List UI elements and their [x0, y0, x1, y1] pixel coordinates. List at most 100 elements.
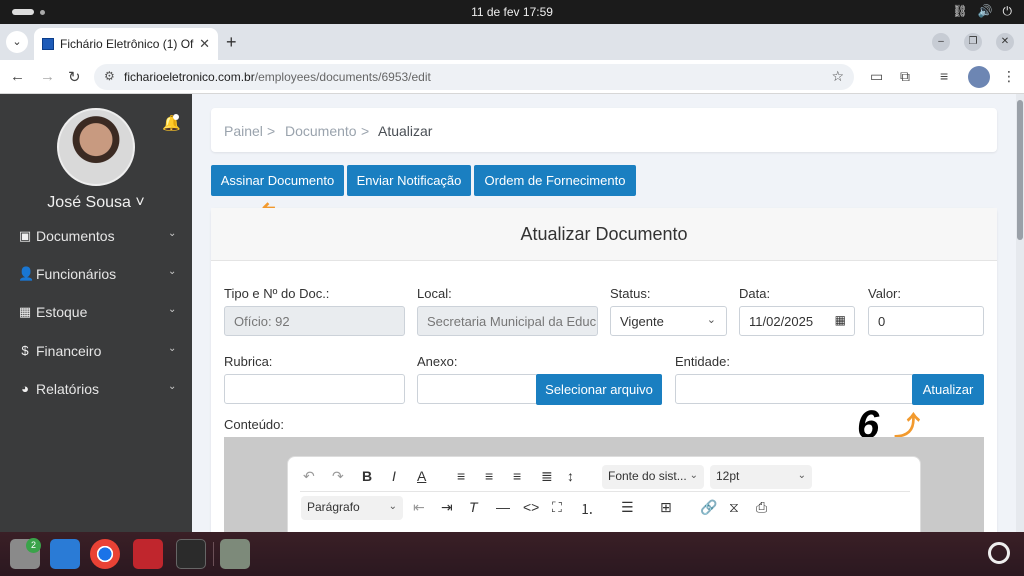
chevron-down-icon: ⌄ [706, 314, 716, 326]
new-tab-icon[interactable]: + [226, 32, 237, 53]
breadcrumb-separator: > [361, 123, 370, 139]
bookmark-star-icon[interactable]: ☆ [831, 68, 844, 85]
font-family-value: Fonte do sist... [608, 469, 687, 483]
editor-toolbar-divider [300, 491, 910, 492]
sidebar-item-relatorios[interactable]: ◕ Relatórios ⌄ [0, 374, 192, 404]
status-label: Status: [610, 286, 651, 301]
sidebar: 🔔 José Sousa ˅ ▣ Documentos ⌄ 👤 Funcioná… [0, 94, 192, 532]
status-value: Vigente [620, 314, 664, 329]
print-icon[interactable]: ⎙ [756, 499, 767, 516]
block-format-select[interactable]: Parágrafo ⌄ [301, 496, 403, 520]
avatar[interactable] [57, 108, 135, 186]
card-header: Atualizar Documento [211, 208, 997, 261]
valor-field[interactable]: 0 [868, 306, 984, 336]
profile-avatar[interactable] [968, 66, 990, 88]
cast-icon[interactable]: ▭ [870, 68, 883, 85]
horizontal-rule-icon[interactable]: — [496, 499, 510, 515]
status-select[interactable]: Vigente ⌄ [610, 306, 727, 336]
sidebar-item-funcionarios[interactable]: 👤 Funcionários ⌄ [0, 259, 192, 289]
anexo-label: Anexo: [417, 354, 458, 369]
numbered-list-icon[interactable]: ⒈ [580, 499, 594, 519]
italic-icon[interactable]: I [392, 468, 396, 484]
rubrica-field[interactable] [224, 374, 405, 404]
fullscreen-icon[interactable]: ⛶ [552, 499, 562, 516]
chevron-down-icon: ⌄ [168, 304, 177, 315]
reading-list-icon[interactable]: ≡ [940, 68, 948, 84]
chrome-app-icon[interactable] [90, 539, 120, 569]
tipo-field: Ofício: 92 [224, 306, 405, 336]
bold-icon[interactable]: B [362, 468, 372, 484]
chevron-down-icon: ⌄ [168, 343, 177, 354]
redo-icon[interactable]: ↷ [332, 468, 344, 485]
forward-icon[interactable]: → [40, 68, 55, 85]
calendar-icon[interactable]: ▦ [835, 313, 846, 327]
undo-icon[interactable]: ↶ [303, 468, 315, 485]
breadcrumb-current: Atualizar [378, 123, 433, 139]
notification-dot [173, 114, 179, 120]
code-icon[interactable]: <> [523, 499, 539, 515]
sidebar-item-label: Relatórios [36, 381, 100, 397]
back-icon[interactable]: ← [10, 68, 25, 85]
browser-tab-active[interactable]: Fichário Eletrônico (1) Of ✕ [34, 28, 218, 60]
supply-order-button[interactable]: Ordem de Fornecimento [474, 165, 636, 196]
terminal-app-icon[interactable] [176, 539, 206, 569]
font-size-value: 12pt [716, 469, 740, 483]
close-window-icon[interactable]: ✕ [996, 33, 1014, 51]
date-field[interactable]: 11/02/2025 ▦ [739, 306, 855, 336]
clear-formatting-icon[interactable]: T [469, 499, 478, 515]
document-icon: ▣ [18, 228, 32, 243]
text-color-icon[interactable]: A [417, 468, 426, 484]
chevron-down-icon: ⌄ [689, 470, 698, 481]
boxes-icon: ▦ [18, 304, 32, 319]
align-left-icon[interactable]: ≡ [457, 468, 465, 484]
browser-toolbar: ← → ↻ ⚙ ficharioeletronico.com.br/employ… [0, 60, 1024, 94]
sidebar-item-financeiro[interactable]: $ Financeiro ⌄ [0, 336, 192, 366]
align-center-icon[interactable]: ≡ [485, 468, 493, 484]
rubrica-label: Rubrica: [224, 354, 273, 369]
vscode-app-icon[interactable] [50, 539, 80, 569]
table-icon[interactable]: ⊞ [660, 499, 672, 516]
menu-kebab-icon[interactable]: ⋮ [1002, 68, 1016, 85]
align-right-icon[interactable]: ≡ [513, 468, 521, 484]
sidebar-item-estoque[interactable]: ▦ Estoque ⌄ [0, 297, 192, 327]
site-info-icon[interactable]: ⚙ [104, 69, 115, 83]
system-tray[interactable]: ⛓ 🔊 ⏻ [952, 4, 1012, 19]
chevron-down-icon: ⌄ [168, 266, 177, 277]
line-height-icon[interactable]: ↕ [567, 468, 574, 484]
send-notification-button[interactable]: Enviar Notificação [347, 165, 471, 196]
restore-icon[interactable]: ❐ [964, 33, 982, 51]
align-justify-icon[interactable]: ≣ [541, 468, 553, 485]
user-menu[interactable]: José Sousa ˅ [0, 194, 192, 212]
reload-icon[interactable]: ↻ [68, 68, 81, 86]
entidade-field[interactable] [675, 374, 914, 404]
bullet-list-icon[interactable]: ☰ [621, 499, 634, 516]
indent-icon[interactable]: ⇥ [441, 499, 453, 516]
breadcrumb-home[interactable]: Painel [224, 123, 263, 139]
extensions-icon[interactable]: ⧉ [900, 68, 910, 85]
scrollbar-thumb[interactable] [1017, 100, 1023, 240]
sidebar-item-label: Documentos [36, 228, 115, 244]
filezilla-app-icon[interactable] [133, 539, 163, 569]
select-file-button[interactable]: Selecionar arquivo [536, 374, 662, 405]
show-apps-icon[interactable] [988, 542, 1010, 564]
chevron-down-icon: ⌄ [797, 470, 806, 481]
font-size-select[interactable]: 12pt ⌄ [710, 465, 812, 489]
update-entity-button[interactable]: Atualizar [912, 374, 984, 405]
address-bar[interactable]: ⚙ ficharioeletronico.com.br/employees/do… [94, 64, 854, 90]
tab-search-button[interactable]: ⌄ [6, 31, 28, 53]
sidebar-item-documentos[interactable]: ▣ Documentos ⌄ [0, 221, 192, 251]
link-icon[interactable]: 🔗 [700, 499, 717, 516]
os-clock[interactable]: 11 de fev 17:59 [0, 5, 1024, 19]
close-tab-icon[interactable]: ✕ [199, 36, 210, 52]
font-family-select[interactable]: Fonte do sist... ⌄ [602, 465, 704, 489]
anexo-field[interactable] [417, 374, 538, 404]
minimize-icon[interactable]: – [932, 33, 950, 51]
date-value: 11/02/2025 [749, 314, 814, 329]
page-break-icon[interactable]: ⧖ [729, 499, 739, 516]
network-icon: ⛓ [952, 4, 968, 18]
sign-document-button[interactable]: Assinar Documento [211, 165, 344, 196]
trash-app-icon[interactable] [220, 539, 250, 569]
outdent-icon[interactable]: ⇤ [413, 499, 425, 516]
page-title: Atualizar Documento [520, 224, 688, 244]
breadcrumb-section[interactable]: Documento [285, 123, 357, 139]
